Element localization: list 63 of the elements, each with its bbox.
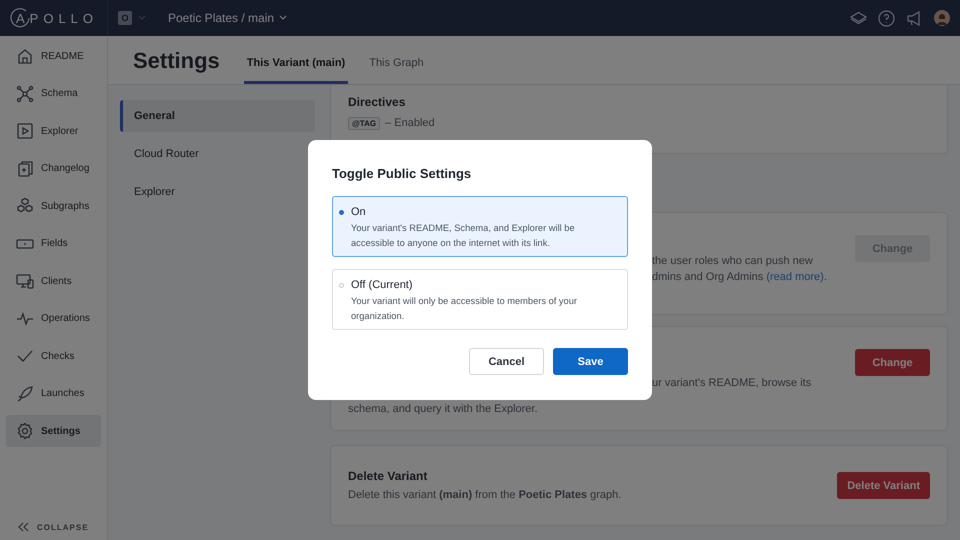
change-button[interactable]: Change	[855, 349, 930, 376]
sidebar-item[interactable]: Clients	[6, 265, 101, 297]
help-icon[interactable]	[878, 10, 895, 26]
tab[interactable]: This Graph	[366, 57, 427, 84]
pages-icon	[16, 160, 34, 178]
option-description: Your variant's README, Schema, and Explorer will be accessible to anyone on the internet with its link.	[351, 222, 576, 250]
card-description: ur variant's README, browse its	[651, 376, 812, 391]
sidebar-item[interactable]: Explorer	[6, 115, 101, 147]
page-title: Settings	[133, 48, 220, 74]
option-label: Off (Current)	[351, 279, 414, 291]
project-selector[interactable]: Poetic Plates / main	[168, 11, 274, 25]
cancel-button[interactable]: Cancel	[469, 348, 544, 375]
card-title: Delete Variant	[348, 468, 428, 482]
save-button[interactable]: Save	[553, 348, 628, 375]
delete-button[interactable]: Delete Variant	[837, 472, 930, 499]
rocket-icon	[16, 384, 34, 402]
cubes-icon	[16, 197, 34, 215]
option-description: Your variant will only be accessible to members of your organization.	[351, 295, 578, 323]
settings-nav-item[interactable]: General	[120, 100, 315, 132]
layers-icon[interactable]	[850, 11, 867, 25]
house-icon	[16, 47, 34, 65]
sidebar-item-label: Operations	[41, 313, 90, 324]
sidebar-item-label: Schema	[41, 88, 78, 99]
sidebar-item-label: Subgraphs	[41, 200, 90, 212]
avatar[interactable]	[934, 10, 950, 26]
sidebar-item-label: README	[41, 50, 84, 62]
sidebar-item-label: Launches	[41, 388, 84, 399]
sidebar-item[interactable]: Schema	[6, 78, 101, 110]
card-description: the user roles who can push new	[651, 254, 814, 269]
radio-icon	[339, 283, 344, 288]
directive-status: – Enabled	[385, 117, 435, 129]
pulse-icon	[16, 310, 34, 328]
card-title: Directives	[348, 95, 406, 109]
nodes-icon	[16, 84, 34, 102]
sidebar-item[interactable]: Subgraphs	[6, 190, 101, 222]
sidebar-item-label: Explorer	[41, 126, 78, 136]
dialog-title: Toggle Public Settings	[332, 166, 472, 181]
sidebar-item-label: Settings	[41, 426, 80, 436]
sidebar-item-label: Checks	[41, 350, 74, 362]
sidebar-item-label: Changelog	[41, 163, 90, 174]
settings-icon	[16, 422, 34, 440]
sidebar-item[interactable]: Operations	[6, 302, 101, 334]
radio-option[interactable]: On Your variant's README, Schema, and Explorer will be accessible to anyone on the internet with its link.	[332, 196, 628, 257]
double-chevron-left-icon[interactable]	[18, 522, 29, 532]
sidebar-item[interactable]: Changelog	[6, 152, 101, 184]
sidebar-item[interactable]: Checks	[6, 340, 101, 372]
sidebar-item-label: Clients	[41, 276, 72, 286]
radio-option[interactable]: Off (Current) Your variant will only be accessible to members of your organization.	[332, 269, 628, 330]
sidebar-item[interactable]: Launches	[6, 378, 101, 410]
sidebar-item[interactable]: Fields	[6, 228, 101, 260]
apollo-logo[interactable]: APOLLO	[12, 10, 98, 26]
card-description: Delete this variant (main) from the Poetic Plates graph.	[348, 488, 622, 502]
radio-icon	[339, 210, 344, 215]
devices-icon	[16, 272, 34, 290]
sidebar-item[interactable]: Settings	[6, 415, 101, 447]
option-label: On	[351, 206, 367, 218]
play-icon	[16, 122, 34, 140]
sidebar-item[interactable]: README	[6, 40, 101, 72]
card-description: schema, and query it with the Explorer.	[348, 402, 539, 417]
sidebar-item-label: Fields	[41, 238, 68, 249]
directive-tag: @TAG	[348, 117, 380, 130]
collapse-link[interactable]: COLLAPSE	[37, 522, 89, 532]
read-more-link[interactable]: (read more)	[766, 271, 824, 283]
